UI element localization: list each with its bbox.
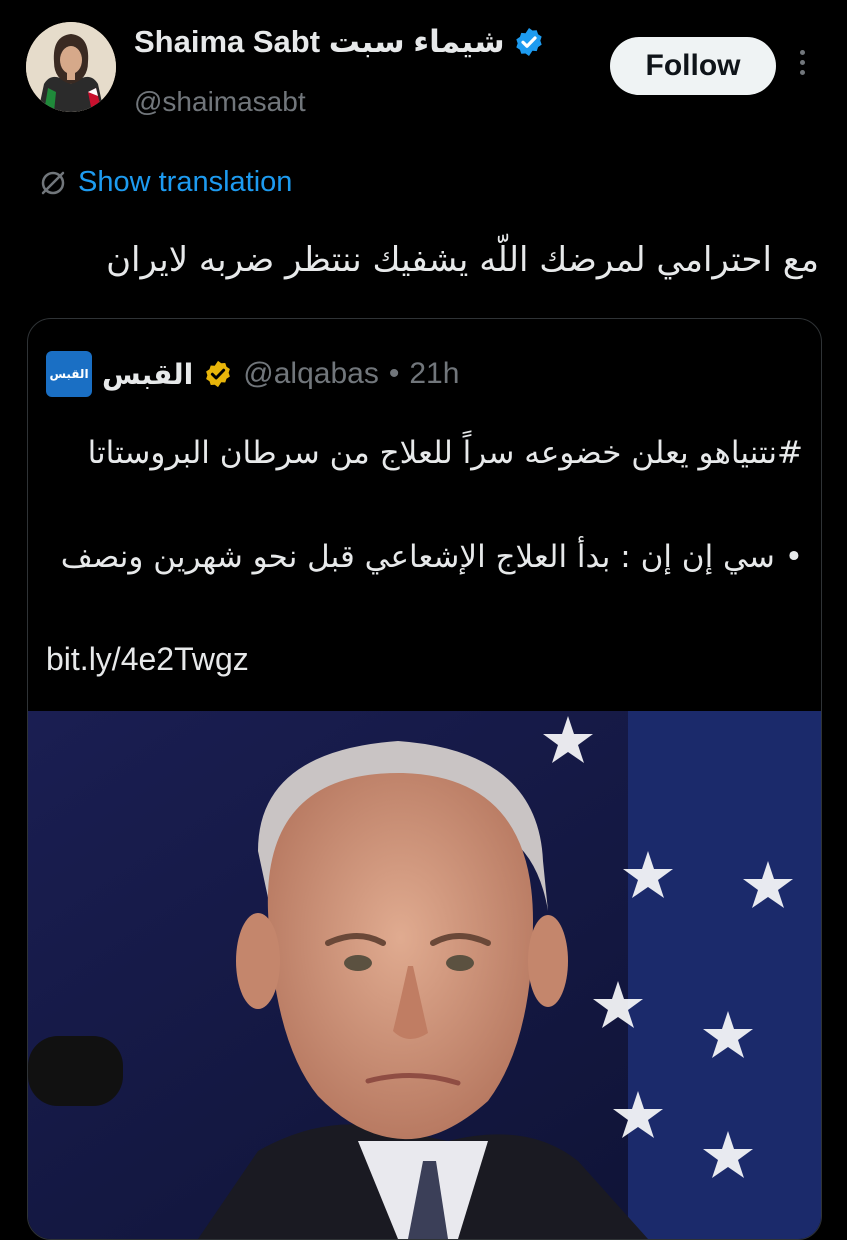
quoted-separator: • xyxy=(388,357,400,390)
author-handle[interactable]: @shaimasabt xyxy=(134,86,306,118)
gold-verified-badge-icon xyxy=(206,360,231,388)
show-translation-label: Show translation xyxy=(78,166,293,198)
author-name-row: Shaima Sabt شيماء سبت xyxy=(134,24,545,60)
tweet-text: مع احترامي لمرضك اللّه يشفيك ننتظر ضربه … xyxy=(106,240,819,280)
author-avatar[interactable] xyxy=(26,22,116,112)
quoted-tweet-photo[interactable] xyxy=(28,711,821,1239)
more-icon[interactable] xyxy=(796,50,808,84)
quoted-short-link[interactable]: bit.ly/4e2Twgz xyxy=(46,641,249,678)
follow-button[interactable]: Follow xyxy=(610,37,776,95)
quoted-text-line-2: • سي إن إن : بدأ العلاج الإشعاعي قبل نحو… xyxy=(60,539,803,575)
tweet-header: Shaima Sabt شيماء سبت @shaimasabt Follow xyxy=(0,0,847,140)
quoted-author-name[interactable]: القبس xyxy=(102,358,193,391)
author-display-name[interactable]: Shaima Sabt شيماء سبت xyxy=(134,24,505,60)
quoted-tweet-card[interactable]: القبس القبس @alqabas • 21h #نتنياهو يعلن… xyxy=(27,318,822,1240)
translate-icon xyxy=(41,171,65,194)
quoted-timestamp[interactable]: 21h xyxy=(409,357,459,391)
quoted-tweet-header: القبس القبس @alqabas • 21h xyxy=(46,351,459,397)
quoted-text-line-1: #نتنياهو يعلن خضوعه سراً للعلاج من سرطان… xyxy=(87,435,803,471)
quoted-logo-text: القبس xyxy=(49,367,89,381)
avatar-image xyxy=(26,22,116,112)
quoted-author-avatar[interactable]: القبس xyxy=(46,351,92,397)
quoted-author-handle[interactable]: @alqabas xyxy=(243,357,379,391)
show-translation-link[interactable]: Show translation xyxy=(38,166,292,199)
portrait-photo-image xyxy=(28,711,821,1239)
verified-badge-icon xyxy=(516,28,542,56)
